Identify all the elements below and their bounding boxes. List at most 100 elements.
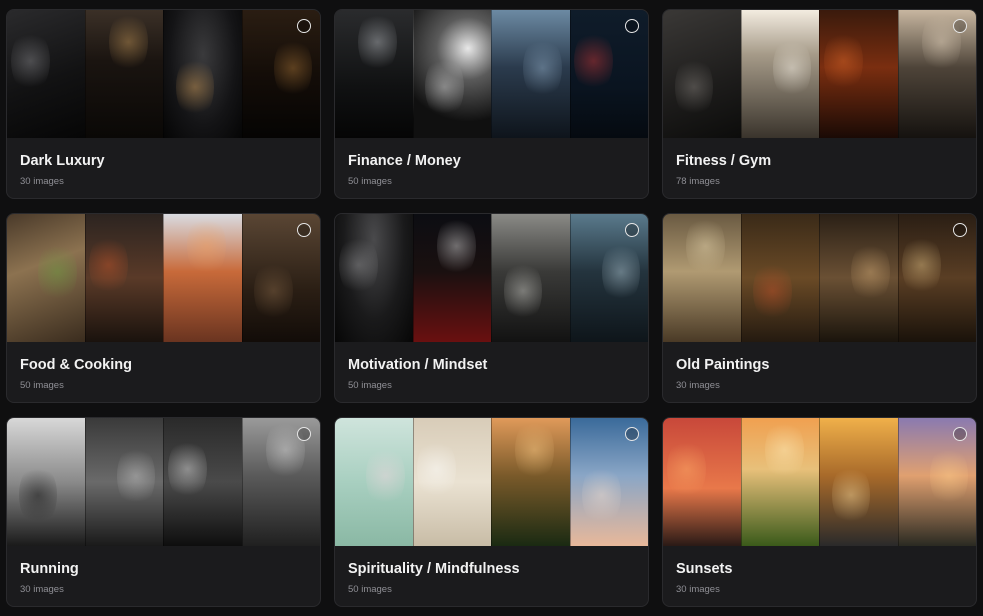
collection-card-finance-money[interactable]: Finance / Money 50 images bbox=[334, 9, 649, 199]
thumbnail-spiral-staircase bbox=[412, 10, 491, 138]
collection-count: 50 images bbox=[348, 380, 392, 391]
collection-thumbnail-strip bbox=[7, 418, 320, 546]
thumbnail-highlight bbox=[582, 462, 621, 527]
collection-count: 50 images bbox=[20, 380, 64, 391]
collection-title: Dark Luxury bbox=[20, 153, 105, 169]
collection-thumbnail-strip bbox=[335, 418, 648, 546]
thumbnail-lotus-flower bbox=[335, 418, 413, 546]
collection-thumbnail-strip bbox=[663, 10, 976, 138]
collection-thumbnail-strip bbox=[335, 10, 648, 138]
thumbnail-highlight bbox=[686, 214, 725, 278]
collection-card-motivation-mindset[interactable]: Motivation / Mindset 50 images bbox=[334, 213, 649, 403]
select-radio[interactable] bbox=[297, 19, 311, 33]
collection-title: Old Paintings bbox=[676, 357, 770, 373]
thumbnail-highlight bbox=[902, 233, 942, 298]
thumbnail-forest-sunset bbox=[491, 418, 570, 546]
thumbnail-highlight bbox=[823, 29, 863, 94]
thumbnail-scholar-in-library bbox=[740, 214, 819, 342]
thumbnail-highlight bbox=[666, 437, 706, 502]
thumbnail-highlight bbox=[772, 35, 812, 100]
collection-count: 30 images bbox=[676, 380, 720, 391]
collection-card-old-paintings[interactable]: Old Paintings 30 images bbox=[662, 213, 977, 403]
thumbnail-highlight bbox=[187, 214, 226, 278]
collection-thumbnail-strip bbox=[7, 214, 320, 342]
thumbnail-highlight bbox=[503, 258, 543, 323]
thumbnail-athlete-resting bbox=[663, 10, 741, 138]
collection-title: Fitness / Gym bbox=[676, 153, 772, 169]
thumbnail-highlight bbox=[175, 54, 215, 119]
collection-title: Finance / Money bbox=[348, 153, 461, 169]
collection-count: 30 images bbox=[20, 584, 64, 595]
thumbnail-light-through-window bbox=[491, 214, 570, 342]
collection-thumbnail-strip bbox=[663, 214, 976, 342]
collection-card-sunsets[interactable]: Sunsets 30 images bbox=[662, 417, 977, 607]
collection-thumbnail-strip bbox=[335, 214, 648, 342]
collection-thumbnail-strip bbox=[663, 418, 976, 546]
collection-card-running[interactable]: Running 30 images bbox=[6, 417, 321, 607]
thumbnail-city-skyline bbox=[491, 10, 570, 138]
thumbnail-highlight bbox=[417, 437, 457, 502]
thumbnail-highlight bbox=[764, 418, 804, 482]
thumbnail-highlight bbox=[929, 443, 969, 508]
thumbnail-highlight bbox=[116, 443, 156, 508]
thumbnail-server-corridor bbox=[335, 10, 413, 138]
collection-count: 50 images bbox=[348, 176, 392, 187]
select-radio[interactable] bbox=[625, 427, 639, 441]
thumbnail-highlight bbox=[851, 239, 890, 304]
thumbnail-running-shoes-rain bbox=[163, 418, 242, 546]
thumbnail-highlight bbox=[167, 437, 207, 502]
thumbnail-cutting-board-herbs bbox=[7, 214, 85, 342]
collection-title: Spirituality / Mindfulness bbox=[348, 561, 520, 577]
thumbnail-runner-silhouette-sunrise bbox=[7, 418, 85, 546]
thumbnail-jet-cabin bbox=[163, 10, 242, 138]
collection-card-food-cooking[interactable]: Food & Cooking 50 images bbox=[6, 213, 321, 403]
thumbnail-highlight bbox=[366, 443, 405, 508]
select-radio[interactable] bbox=[953, 19, 967, 33]
thumbnail-highlight bbox=[831, 462, 871, 527]
thumbnail-highlight bbox=[338, 233, 378, 298]
thumbnail-palace-arch bbox=[663, 214, 741, 342]
collection-count: 30 images bbox=[676, 584, 720, 595]
select-radio[interactable] bbox=[297, 427, 311, 441]
collection-grid: Dark Luxury 30 images Finance / Money 50… bbox=[6, 9, 977, 607]
thumbnail-motion-blur-track bbox=[84, 418, 163, 546]
thumbnail-highlight bbox=[18, 462, 58, 527]
collection-count: 30 images bbox=[20, 176, 64, 187]
thumbnail-highlight bbox=[10, 29, 50, 94]
thumbnail-grilled-dishes bbox=[84, 214, 163, 342]
thumbnail-running-track-red bbox=[412, 214, 491, 342]
collection-card-fitness-gym[interactable]: Fitness / Gym 78 images bbox=[662, 9, 977, 199]
collection-card-dark-luxury[interactable]: Dark Luxury 30 images bbox=[6, 9, 321, 199]
thumbnail-highlight bbox=[753, 258, 792, 323]
thumbnail-highlight bbox=[38, 239, 77, 304]
thumbnail-highlight bbox=[674, 54, 714, 119]
thumbnail-highlight bbox=[523, 35, 562, 100]
thumbnail-red-sunset-clouds bbox=[663, 418, 741, 546]
thumbnail-bridge-golden-hour bbox=[819, 418, 898, 546]
thumbnail-cornfield-sunset bbox=[740, 418, 819, 546]
thumbnail-plant-and-notebook bbox=[412, 418, 491, 546]
thumbnail-highlight bbox=[436, 214, 476, 278]
thumbnail-highlight bbox=[273, 35, 313, 100]
thumbnail-watch-on-marble bbox=[7, 10, 85, 138]
thumbnail-highlight bbox=[574, 29, 614, 94]
thumbnail-highlight bbox=[358, 10, 397, 74]
select-radio[interactable] bbox=[625, 19, 639, 33]
select-radio[interactable] bbox=[953, 223, 967, 237]
collection-title: Food & Cooking bbox=[20, 357, 132, 373]
thumbnail-highlight bbox=[108, 10, 148, 74]
collection-title: Sunsets bbox=[676, 561, 733, 577]
select-radio[interactable] bbox=[625, 223, 639, 237]
thumbnail-gym-window-light bbox=[740, 10, 819, 138]
thumbnail-highlight bbox=[425, 54, 464, 119]
thumbnail-luxury-hallway bbox=[84, 10, 163, 138]
collection-count: 78 images bbox=[676, 176, 720, 187]
collection-card-spirituality-mindfulness[interactable]: Spirituality / Mindfulness 50 images bbox=[334, 417, 649, 607]
thumbnail-cathedral-interior bbox=[819, 214, 898, 342]
select-radio[interactable] bbox=[297, 223, 311, 237]
thumbnail-highlight bbox=[601, 239, 641, 304]
thumbnail-highlight bbox=[254, 258, 293, 323]
collection-title: Running bbox=[20, 561, 79, 577]
thumbnail-seafood-platter bbox=[163, 214, 242, 342]
select-radio[interactable] bbox=[953, 427, 967, 441]
